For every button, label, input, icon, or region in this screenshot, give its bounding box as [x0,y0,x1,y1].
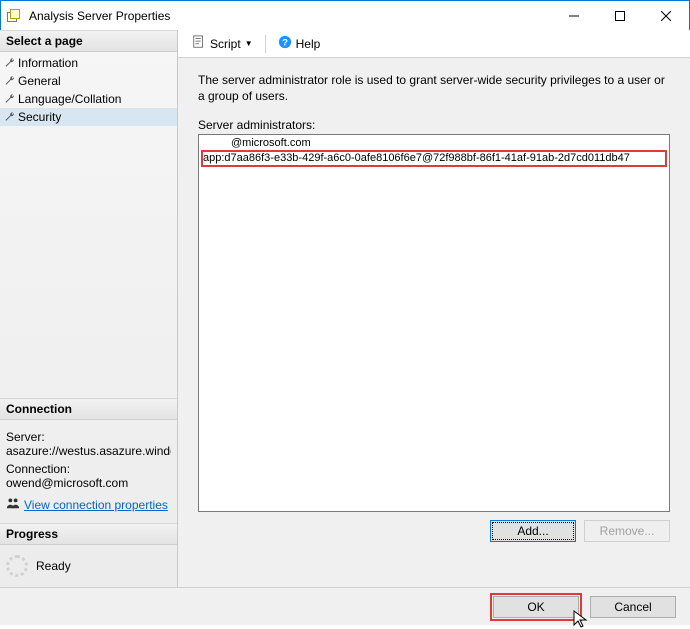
connection-header: Connection [0,398,177,420]
page-list: Information General Language/Collation S… [0,52,177,128]
page-item-label: Information [18,56,78,70]
page-item-language-collation[interactable]: Language/Collation [0,90,177,108]
remove-button[interactable]: Remove... [584,520,670,542]
window-title: Analysis Server Properties [29,9,170,23]
cancel-button[interactable]: Cancel [590,596,676,618]
admin-row[interactable]: @microsoft.com [201,136,667,150]
wrench-icon [4,93,16,105]
page-item-label: General [18,74,61,88]
list-label: Server administrators: [198,118,670,132]
page-item-information[interactable]: Information [0,54,177,72]
page-item-security[interactable]: Security [0,108,177,126]
server-administrators-list[interactable]: @microsoft.comapp:d7aa86f3-e33b-429f-a6c… [198,134,670,512]
connection-value: owend@microsoft.com [6,476,171,490]
app-icon [7,8,23,24]
titlebar: Analysis Server Properties [1,1,689,31]
group-icon [6,496,20,513]
close-button[interactable] [643,1,689,30]
maximize-button[interactable] [597,1,643,30]
spinner-icon [6,555,28,577]
minimize-button[interactable] [551,1,597,30]
page-item-general[interactable]: General [0,72,177,90]
wrench-icon [4,111,16,123]
page-item-label: Language/Collation [18,92,121,106]
ok-highlight: OK [490,593,582,621]
connection-label: Connection: [6,462,171,476]
toolbar: Script ▼ ? Help [178,30,690,58]
wrench-icon [4,57,16,69]
progress-status: Ready [36,559,71,573]
view-connection-link[interactable]: View connection properties [24,498,168,512]
script-icon [192,35,206,52]
description-text: The server administrator role is used to… [198,72,670,104]
progress-header: Progress [0,523,177,545]
help-button[interactable]: ? Help [274,33,325,54]
script-label: Script [210,37,241,51]
connection-block: Server: asazure://westus.asazure.windows… [0,420,177,523]
ok-button[interactable]: OK [493,596,579,618]
dialog-footer: OK Cancel [0,587,690,625]
server-value: asazure://westus.asazure.windows [6,444,171,458]
progress-block: Ready [0,545,177,587]
admin-row[interactable]: app:d7aa86f3-e33b-429f-a6c0-0afe8106f6e7… [201,150,667,167]
add-button[interactable]: Add... [490,520,576,542]
svg-text:?: ? [282,38,288,49]
page-item-label: Security [18,110,61,124]
help-icon: ? [278,35,292,52]
main-panel: Script ▼ ? Help The server administrator… [178,30,690,587]
help-label: Help [296,37,321,51]
toolbar-separator [265,35,266,53]
chevron-down-icon: ▼ [245,39,253,48]
window-controls [551,1,689,30]
left-panel: Select a page Information General Langua… [0,30,178,587]
server-label: Server: [6,430,171,444]
wrench-icon [4,75,16,87]
select-page-header: Select a page [0,30,177,52]
script-button[interactable]: Script ▼ [188,33,257,54]
